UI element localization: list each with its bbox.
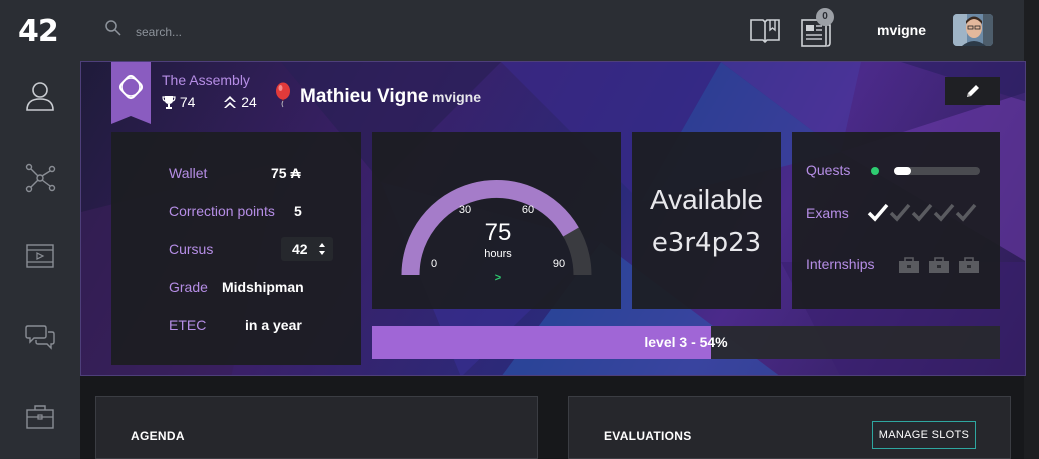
correction-points-row: Correction points — [169, 203, 275, 219]
rank-icon — [224, 96, 237, 108]
evaluations-card: EVALUATIONS MANAGE SLOTS — [568, 396, 1011, 459]
book-icon[interactable] — [749, 16, 781, 44]
coalition-badge[interactable] — [111, 62, 151, 124]
username[interactable]: mvigne — [877, 22, 926, 38]
availability-host[interactable]: e3r4p23 — [632, 228, 781, 258]
trophy-icon — [162, 96, 176, 109]
cursus-select[interactable]: 42 — [281, 237, 333, 261]
gauge-tick-30: 30 — [459, 204, 471, 216]
notifications-button[interactable]: 0 — [798, 8, 838, 50]
pencil-icon — [966, 85, 979, 97]
exam-check-icon — [867, 203, 889, 222]
notification-badge: 0 — [816, 8, 834, 26]
agenda-title: AGENDA — [131, 429, 185, 443]
correction-points-value: 5 — [294, 203, 302, 219]
balloon-icon — [276, 82, 290, 108]
cursus-value: 42 — [292, 241, 308, 257]
video-icon[interactable] — [24, 240, 56, 272]
search-input[interactable] — [136, 22, 386, 42]
profile-header: The Assembly 74 24 Mathieu Vigne mvigne … — [80, 61, 1026, 376]
network-icon[interactable] — [24, 162, 56, 194]
avatar[interactable] — [953, 14, 993, 46]
coalition-stats: 74 24 — [162, 94, 261, 110]
cursus-label: Cursus — [169, 241, 214, 257]
user-info-panel: Wallet 75 ₳ Correction points 5 Cursus 4… — [111, 132, 361, 365]
edit-profile-button[interactable] — [945, 77, 1000, 105]
profile-full-name: Mathieu Vigne — [300, 86, 429, 107]
progress-panel: Quests Exams Internships — [792, 132, 1000, 309]
availability-status: Available — [649, 184, 764, 215]
profile-login: mvigne — [432, 89, 482, 105]
evaluations-title: EVALUATIONS — [604, 429, 692, 443]
exam-check-icon — [955, 203, 977, 222]
cursus-row: Cursus — [169, 241, 213, 257]
gauge-tick-0: 0 — [431, 258, 437, 270]
exam-check-icon — [889, 203, 911, 222]
top-bar: 42 0 mvigne — [0, 0, 1039, 62]
scrollbar-track[interactable] — [1024, 0, 1039, 459]
gauge-tick-60: 60 — [522, 204, 534, 216]
logtime-unit: hours — [484, 248, 512, 260]
wallet-label: Wallet — [169, 165, 208, 181]
internship-briefcase-icon — [929, 257, 949, 273]
chat-icon[interactable] — [24, 320, 56, 352]
sidebar — [0, 62, 80, 459]
correction-points-label: Correction points — [169, 203, 275, 219]
quests-progress-track — [894, 167, 980, 175]
exams-checks — [867, 202, 987, 222]
briefcase-icon[interactable] — [24, 400, 56, 432]
etec-label: ETEC — [169, 317, 207, 333]
etec-row: ETEC — [169, 317, 206, 333]
logtime-gauge: 0 30 60 90 75 hours > — [401, 179, 592, 284]
grade-row: Grade — [169, 279, 208, 295]
level-text: level 3 - 54% — [644, 334, 728, 350]
quests-label: Quests — [806, 162, 851, 178]
coalition-name[interactable]: The Assembly — [162, 72, 250, 88]
exams-label: Exams — [806, 205, 849, 221]
internships-label: Internships — [806, 256, 875, 272]
exam-check-icon — [933, 203, 955, 222]
etec-value: in a year — [245, 317, 302, 333]
quests-status-dot — [871, 167, 879, 175]
logo[interactable]: 42 — [18, 14, 59, 49]
grade-label: Grade — [169, 279, 208, 295]
coalition-rank: 24 — [241, 94, 257, 110]
logtime-trend: > — [495, 272, 501, 284]
wallet-value: 75 ₳ — [271, 165, 301, 181]
internship-briefcase-icon — [959, 257, 979, 273]
quests-progress-fill — [894, 167, 912, 175]
internship-briefcase-icon — [899, 257, 919, 273]
updown-arrow-icon — [319, 243, 325, 255]
logtime-value: 75 — [485, 219, 512, 246]
internships-icons — [898, 256, 998, 274]
level-progress-bar: level 3 - 54% — [372, 326, 1000, 359]
user-icon[interactable] — [24, 80, 56, 112]
gauge-tick-90: 90 — [553, 258, 565, 270]
grade-value: Midshipman — [222, 279, 304, 295]
coalition-score: 74 — [179, 94, 196, 110]
wallet-row: Wallet — [169, 165, 207, 181]
manage-slots-button[interactable]: MANAGE SLOTS — [872, 421, 976, 449]
availability-panel: Available e3r4p23 — [632, 132, 781, 309]
exam-check-icon — [911, 203, 933, 222]
search-icon — [105, 20, 121, 36]
logtime-panel: 0 30 60 90 75 hours > — [372, 132, 621, 309]
agenda-card: AGENDA — [95, 396, 538, 459]
